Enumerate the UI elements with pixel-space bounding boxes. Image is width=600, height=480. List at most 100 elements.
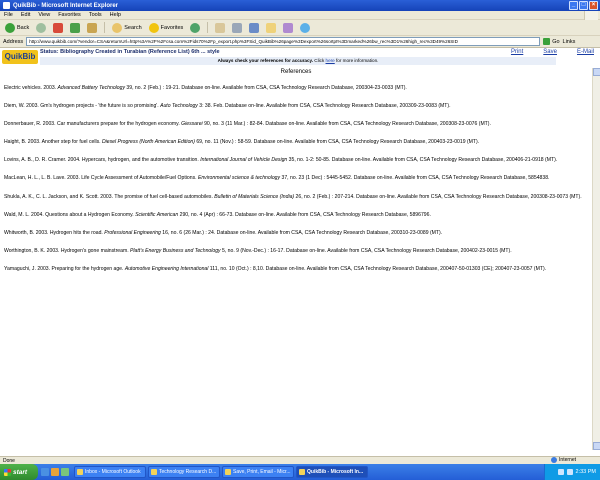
desktop-quicklaunch-icon[interactable]	[61, 468, 69, 476]
quikbib-actions: Print Save E-Mail	[511, 49, 594, 55]
task-technology-research[interactable]: Technology Research D...	[148, 466, 220, 478]
reference-source: Advanced Battery Technology	[57, 85, 126, 91]
ie-quicklaunch-icon[interactable]	[41, 468, 49, 476]
security-zone: Internet	[551, 457, 576, 463]
reference-source: Diesel Progress (North American Edition)	[101, 139, 195, 146]
address-input[interactable]: http://www.quikbib.com/?vendor=CSA&retur…	[26, 37, 541, 46]
notice-rest: for more information.	[336, 58, 379, 63]
outlook-icon	[77, 469, 83, 475]
edit-icon	[249, 22, 260, 33]
back-arrow-icon	[5, 22, 15, 33]
reference-details: 16, no. 6 (26 Mar.) : 24. Database on-li…	[160, 229, 443, 236]
volume-icon[interactable]	[566, 469, 573, 475]
reference-source: Bulletin of Materials Science (India)	[214, 193, 295, 200]
reference-details: 39, no. 2 (Feb.) : 19-21. Database on-li…	[125, 85, 407, 91]
links-button[interactable]: Links	[563, 39, 576, 45]
ie-icon	[3, 2, 10, 9]
print-link[interactable]: Print	[511, 49, 523, 55]
scroll-up-arrow-icon[interactable]	[593, 68, 600, 76]
edit-button[interactable]	[247, 21, 261, 34]
task-outlook[interactable]: Inbox - Microsoft Outlook	[74, 466, 146, 478]
notice-bold: Always check your references for accurac…	[217, 58, 314, 63]
reference-entry: Worthington, B. K. 2003. Hydrogen's gone…	[4, 248, 588, 256]
menu-help[interactable]: Help	[110, 12, 121, 18]
system-tray: 2:33 PM	[544, 464, 600, 480]
reference-entry: Haight, B. 2003. Another step for fuel c…	[4, 139, 588, 147]
reference-text: Haight, B. 2003. Another step for fuel c…	[4, 139, 102, 146]
go-label: Go	[552, 38, 560, 45]
reference-entry: Electric vehicles. 2003. Advanced Batter…	[4, 85, 588, 93]
discuss-icon	[266, 22, 277, 33]
favorites-button[interactable]: Favorites	[147, 21, 186, 34]
reference-text: Whitworth, B. 2003. Hydrogen hits the ro…	[4, 229, 105, 236]
outlook-quicklaunch-icon[interactable]	[51, 468, 59, 476]
reference-entry: Diem, W. 2003. Gm's hydrogen projects - …	[4, 103, 588, 111]
research-button[interactable]	[281, 21, 295, 34]
reference-details: 26, no. 2 (Feb.) : 207-214. Database on-…	[294, 193, 582, 200]
globe-icon	[551, 457, 558, 463]
menu-favorites[interactable]: Favorites	[58, 12, 81, 18]
search-button[interactable]: Search	[110, 21, 143, 34]
address-bar: Address http://www.quikbib.com/?vendor=C…	[0, 36, 600, 48]
save-link[interactable]: Save	[543, 49, 557, 55]
email-link[interactable]: E-Mail	[577, 49, 594, 55]
reference-source: Automotive Engineering International	[124, 265, 209, 272]
home-button[interactable]	[85, 21, 99, 34]
messenger-button[interactable]	[298, 21, 312, 34]
forward-button[interactable]	[34, 21, 48, 34]
windows-flag-icon	[4, 468, 11, 476]
quick-launch	[41, 468, 69, 476]
search-icon	[112, 22, 123, 33]
menu-edit[interactable]: Edit	[21, 12, 30, 18]
print-toolbar-button[interactable]	[230, 21, 244, 34]
history-button[interactable]	[188, 21, 202, 34]
reference-text: Lovins, A. B., D. R. Cramer. 2004. Hyper…	[4, 157, 201, 164]
reference-entry: Whitworth, B. 2003. Hydrogen hits the ro…	[4, 230, 588, 238]
menu-tools[interactable]: Tools	[89, 12, 102, 18]
status-done: Done	[3, 457, 15, 464]
menu-file[interactable]: File	[4, 12, 13, 18]
stop-icon	[53, 22, 64, 33]
reference-text: Shukla, A. K., C. L. Jackson, and K. Sco…	[4, 193, 215, 200]
task-buttons: Inbox - Microsoft Outlook Technology Res…	[74, 466, 368, 478]
references-list: Electric vehicles. 2003. Advanced Batter…	[4, 85, 588, 284]
refresh-button[interactable]	[68, 21, 82, 34]
clock: 2:33 PM	[575, 469, 596, 475]
window-controls: _ □ ×	[569, 1, 598, 10]
start-button[interactable]: start	[0, 464, 38, 480]
notice-here-link[interactable]: here	[326, 58, 335, 63]
mail-button[interactable]	[213, 21, 227, 34]
refresh-icon	[70, 22, 81, 33]
task-label: QuikBib - Microsoft In...	[307, 469, 364, 475]
scroll-down-arrow-icon[interactable]	[593, 442, 600, 450]
printer-icon	[232, 22, 243, 33]
task-label: Inbox - Microsoft Outlook	[85, 469, 141, 475]
task-label: Save, Print, Email - Micr...	[233, 469, 291, 475]
go-arrow-icon	[543, 38, 551, 45]
forward-arrow-icon	[36, 22, 47, 33]
go-button[interactable]: Go	[543, 38, 560, 45]
star-icon	[148, 22, 159, 33]
windows-logo-icon	[584, 11, 598, 20]
network-icon[interactable]	[557, 469, 564, 475]
close-button[interactable]: ×	[589, 1, 598, 10]
quikbib-header: QuikBib Status: Bibliography Created in …	[0, 48, 600, 68]
discuss-button[interactable]	[264, 21, 278, 34]
references-content: References Electric vehicles. 2003. Adva…	[0, 68, 592, 450]
reference-source: International Journal of Vehicle Design	[200, 157, 288, 164]
reference-entry: MacLean, H. L., L. B. Lave. 2003. Life C…	[4, 175, 588, 183]
toolbar-separator	[104, 22, 106, 33]
menu-view[interactable]: View	[38, 12, 50, 18]
accuracy-notice: Always check your references for accurac…	[40, 57, 556, 65]
task-save-print-email[interactable]: Save, Print, Email - Micr...	[222, 466, 294, 478]
maximize-button[interactable]: □	[579, 1, 588, 10]
reference-source: Professional Engineering	[104, 229, 161, 236]
mail-icon	[215, 22, 226, 33]
stop-button[interactable]	[51, 21, 65, 34]
vertical-scrollbar[interactable]	[592, 68, 600, 450]
minimize-button[interactable]: _	[569, 1, 578, 10]
reference-source: Auto Technology	[160, 103, 198, 110]
back-button[interactable]: Back	[3, 21, 31, 34]
task-quikbib[interactable]: QuikBib - Microsoft In...	[296, 466, 368, 478]
reference-details: 111, no. 10 (Oct.) : 8,10. Database on-l…	[208, 265, 547, 272]
